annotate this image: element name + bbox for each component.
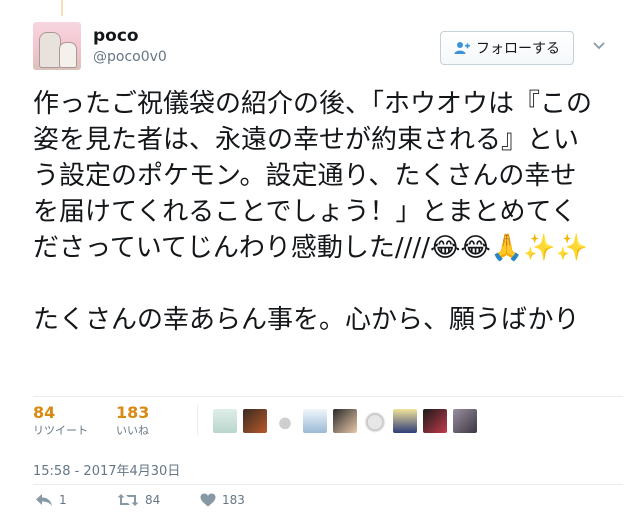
thread-line: [61, 0, 63, 16]
retweet-label: リツイート: [33, 424, 88, 437]
divider: [33, 396, 623, 397]
liker-avatar[interactable]: [273, 409, 297, 433]
tweet-text: 作ったご祝儀袋の紹介の後、「ホウオウは『この姿を見た者は、永遠の幸せが約束される…: [33, 89, 593, 335]
timestamp[interactable]: 15:58 - 2017年4月30日: [33, 460, 180, 479]
divider: [33, 484, 623, 485]
liker-avatar[interactable]: [333, 409, 357, 433]
retweet-stat[interactable]: 84 リツイート: [33, 403, 88, 439]
like-action-count: 183: [222, 493, 245, 507]
reply-button[interactable]: 1: [35, 493, 67, 507]
divider: [197, 405, 198, 435]
retweet-button[interactable]: 84: [117, 493, 160, 507]
liker-avatar[interactable]: [243, 409, 267, 433]
liker-avatar[interactable]: [393, 409, 417, 433]
like-button[interactable]: 183: [200, 493, 245, 507]
retweet-icon: [117, 494, 139, 506]
avatar[interactable]: [33, 22, 81, 70]
person-add-icon: [454, 42, 470, 54]
user-name[interactable]: poco: [93, 26, 139, 46]
retweet-count: 84: [33, 403, 56, 422]
liker-avatar[interactable]: [453, 409, 477, 433]
follow-button[interactable]: フォローする: [440, 31, 574, 65]
like-count: 183: [116, 403, 150, 422]
reply-icon: [36, 494, 52, 506]
heart-icon: [200, 493, 216, 507]
liker-avatar[interactable]: [423, 409, 447, 433]
reply-count: 1: [59, 493, 67, 507]
liker-avatar[interactable]: [363, 409, 387, 433]
liker-avatar[interactable]: [213, 409, 237, 433]
like-stat[interactable]: 183 いいね: [116, 403, 149, 439]
like-label: いいね: [116, 424, 149, 437]
follow-label: フォローする: [476, 41, 560, 57]
liker-avatar[interactable]: [303, 409, 327, 433]
user-handle[interactable]: @poco0v0: [93, 49, 167, 65]
retweet-action-count: 84: [145, 493, 161, 507]
chevron-down-icon[interactable]: [592, 38, 606, 52]
